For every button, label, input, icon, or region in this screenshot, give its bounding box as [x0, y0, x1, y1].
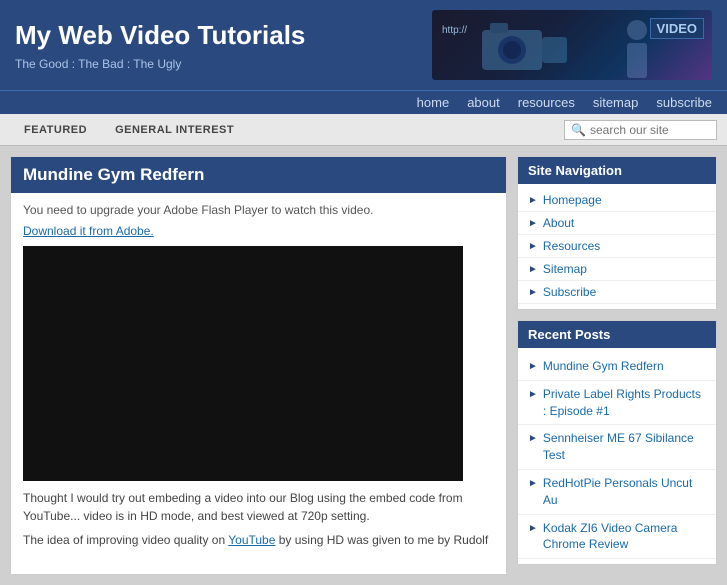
nav-resources[interactable]: resources: [518, 95, 575, 110]
header-left: My Web Video Tutorials The Good : The Ba…: [15, 20, 432, 71]
arrow-icon: ►: [528, 432, 538, 446]
search-input[interactable]: [590, 123, 710, 137]
header-banner: http:// VIDEO: [432, 10, 712, 80]
sidebar-recent-list: ► Mundine Gym Redfern ► Private Label Ri…: [518, 348, 716, 564]
arrow-icon: ►: [528, 195, 538, 206]
video-player: [23, 246, 463, 481]
sidebar-recent-title: Recent Posts: [518, 321, 716, 348]
sidebar-nav-sitemap[interactable]: ► Sitemap: [518, 258, 716, 281]
sidebar-nav-label: Sitemap: [543, 262, 587, 276]
arrow-icon: ►: [528, 264, 538, 275]
sidebar-nav-homepage[interactable]: ► Homepage: [518, 189, 716, 212]
post-title-bar: Mundine Gym Redfern: [11, 157, 506, 193]
subnav-featured[interactable]: FEATURED: [10, 118, 101, 142]
sidebar-nav-about[interactable]: ► About: [518, 212, 716, 235]
sidebar-nav-label: About: [543, 216, 574, 230]
arrow-icon: ►: [528, 287, 538, 298]
recent-post-label: Kodak ZI6 Video Camera Chrome Review: [543, 520, 706, 554]
post-body: You need to upgrade your Adobe Flash Pla…: [11, 193, 506, 559]
recent-post-label: Private Label Rights Products : Episode …: [543, 386, 706, 420]
nav-home[interactable]: home: [417, 95, 450, 110]
nav-about[interactable]: about: [467, 95, 500, 110]
site-tagline: The Good : The Bad : The Ugly: [15, 57, 432, 71]
site-title: My Web Video Tutorials: [15, 20, 432, 51]
nav-sitemap[interactable]: sitemap: [593, 95, 639, 110]
recent-post-label: Sennheiser ME 67 Sibilance Test: [543, 430, 706, 464]
recent-post-4[interactable]: ► Kodak ZI6 Video Camera Chrome Review: [518, 515, 716, 560]
sidebar-nav-section: Site Navigation ► Homepage ► About ► Res…: [517, 156, 717, 310]
flash-download-link[interactable]: Download it from Adobe.: [23, 224, 154, 238]
sidebar-nav-label: Homepage: [543, 193, 602, 207]
recent-post-label: Mundine Gym Redfern: [543, 358, 664, 375]
arrow-icon: ►: [528, 360, 538, 374]
arrow-icon: ►: [528, 218, 538, 229]
post-description: Thought I would try out embeding a video…: [23, 489, 494, 525]
arrow-icon: ►: [528, 388, 538, 402]
arrow-icon: ►: [528, 241, 538, 252]
flash-notice: You need to upgrade your Adobe Flash Pla…: [23, 203, 494, 217]
sidebar-nav-label: Resources: [543, 239, 600, 253]
nav-subscribe[interactable]: subscribe: [656, 95, 712, 110]
header: My Web Video Tutorials The Good : The Ba…: [0, 0, 727, 90]
sidebar-nav-list: ► Homepage ► About ► Resources ► Sitemap…: [518, 184, 716, 309]
arrow-icon: ►: [528, 522, 538, 536]
subnav-general-interest[interactable]: GENERAL INTEREST: [101, 118, 248, 142]
banner-camera-icon: [462, 15, 582, 75]
sub-nav: FEATURED GENERAL INTEREST 🔍: [0, 114, 727, 146]
sidebar-nav-title: Site Navigation: [518, 157, 716, 184]
sidebar-recent-section: Recent Posts ► Mundine Gym Redfern ► Pri…: [517, 320, 717, 565]
sub-nav-links: FEATURED GENERAL INTEREST: [10, 118, 564, 142]
arrow-icon: ►: [528, 477, 538, 491]
recent-post-1[interactable]: ► Private Label Rights Products : Episod…: [518, 381, 716, 426]
sidebar-nav-label: Subscribe: [543, 285, 596, 299]
search-box-wrap: 🔍: [564, 120, 717, 140]
post-title: Mundine Gym Redfern: [23, 165, 494, 185]
sidebar-nav-resources[interactable]: ► Resources: [518, 235, 716, 258]
nav-bar: home about resources sitemap subscribe: [0, 90, 727, 114]
main-wrap: Mundine Gym Redfern You need to upgrade …: [0, 146, 727, 585]
search-icon: 🔍: [571, 123, 586, 137]
banner-video-label: VIDEO: [650, 18, 704, 39]
recent-post-label: RedHotPie Personals Uncut Au: [543, 475, 706, 509]
content-area: Mundine Gym Redfern You need to upgrade …: [10, 156, 507, 575]
sidebar-nav-subscribe[interactable]: ► Subscribe: [518, 281, 716, 304]
recent-post-3[interactable]: ► RedHotPie Personals Uncut Au: [518, 470, 716, 515]
sidebar: Site Navigation ► Homepage ► About ► Res…: [517, 156, 717, 575]
post-idea: The idea of improving video quality on Y…: [23, 531, 494, 549]
recent-post-0[interactable]: ► Mundine Gym Redfern: [518, 353, 716, 381]
recent-post-2[interactable]: ► Sennheiser ME 67 Sibilance Test: [518, 425, 716, 470]
